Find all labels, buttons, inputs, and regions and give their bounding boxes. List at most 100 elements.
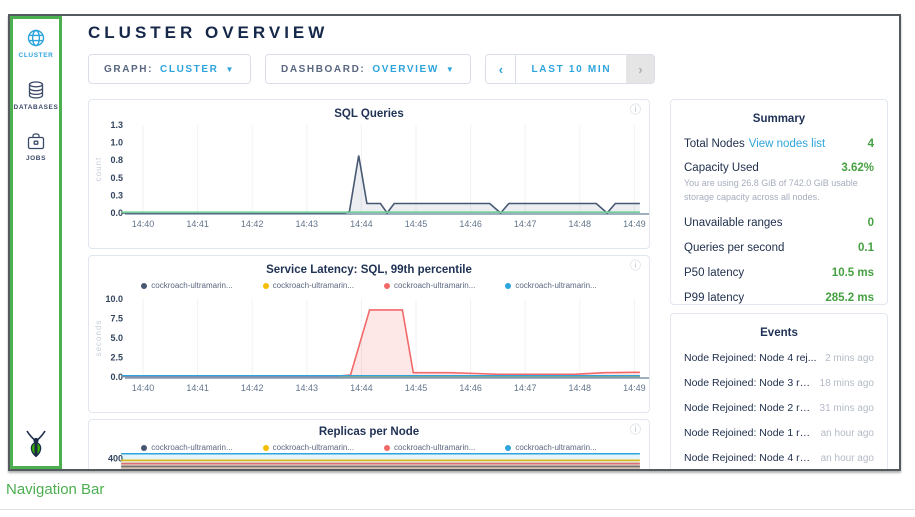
time-range-label[interactable]: LAST 10 MIN <box>516 55 626 83</box>
p50-label: P50 latency <box>684 267 744 279</box>
summary-panel: Summary Total NodesView nodes list 4 Cap… <box>670 99 888 305</box>
svg-text:0.0: 0.0 <box>110 372 123 382</box>
svg-text:14:42: 14:42 <box>241 383 264 393</box>
legend-item: cockroach-ultramarin... <box>141 442 232 453</box>
graph-dropdown[interactable]: GRAPH: CLUSTER ▼ <box>88 54 251 84</box>
event-time: 31 mins ago <box>820 403 874 414</box>
svg-text:14:48: 14:48 <box>569 383 592 393</box>
legend-item: cockroach-ultramarin... <box>384 280 475 291</box>
charts-column: SQL Queries ⓘ 14:4014:4114:4214:4314:441… <box>88 99 650 471</box>
svg-text:1.3: 1.3 <box>110 120 123 130</box>
dashboard-body: SQL Queries ⓘ 14:4014:4114:4214:4314:441… <box>88 99 888 471</box>
graph-dropdown-value: CLUSTER <box>160 64 218 75</box>
event-time: 18 mins ago <box>820 378 874 389</box>
total-nodes-label: Total Nodes <box>684 138 745 150</box>
info-icon[interactable]: ⓘ <box>630 425 641 436</box>
legend-dot-icon <box>505 445 511 451</box>
databases-icon <box>26 80 46 100</box>
svg-text:14:41: 14:41 <box>186 383 209 393</box>
service-latency-chart: 14:4014:4114:4214:4314:4414:4514:4614:47… <box>93 291 649 409</box>
chart-panel-sql-queries: SQL Queries ⓘ 14:4014:4114:4214:4314:441… <box>88 99 650 249</box>
svg-text:0.5: 0.5 <box>110 173 123 183</box>
time-prev-button[interactable]: ‹ <box>486 55 516 83</box>
svg-text:1.0: 1.0 <box>110 138 123 148</box>
main-content: CLUSTER OVERVIEW GRAPH: CLUSTER ▼ DASHBO… <box>62 16 899 469</box>
unavailable-ranges-label: Unavailable ranges <box>684 217 782 229</box>
p99-value: 285.2 ms <box>825 292 874 304</box>
legend-dot-icon <box>141 445 147 451</box>
graph-dropdown-label: GRAPH: <box>104 64 153 75</box>
capacity-note: You are using 26.8 GiB of 742.0 GiB usab… <box>684 177 874 204</box>
chart-title: Service Latency: SQL, 99th percentile <box>89 256 649 276</box>
sql-queries-chart: 14:4014:4114:4214:4314:4414:4514:4614:47… <box>93 120 649 236</box>
unavailable-ranges-value: 0 <box>868 217 874 229</box>
dashboard-dropdown-label: DASHBOARD: <box>281 64 365 75</box>
info-icon[interactable]: ⓘ <box>630 261 641 272</box>
time-range-selector: ‹ LAST 10 MIN › <box>485 54 655 84</box>
event-time: 2 mins ago <box>825 353 874 364</box>
sidebar-item-jobs[interactable]: JOBS <box>26 132 46 162</box>
chevron-down-icon: ▼ <box>446 65 456 74</box>
svg-text:14:45: 14:45 <box>405 219 428 229</box>
dashboard-dropdown[interactable]: DASHBOARD: OVERVIEW ▼ <box>265 54 471 84</box>
legend-item: cockroach-ultramarin... <box>263 280 354 291</box>
svg-text:14:46: 14:46 <box>459 383 482 393</box>
svg-text:10.0: 10.0 <box>105 294 123 304</box>
legend-item: cockroach-ultramarin... <box>263 442 354 453</box>
legend-item: cockroach-ultramarin... <box>505 442 596 453</box>
summary-row-total-nodes: Total NodesView nodes list 4 <box>684 138 874 150</box>
event-row: Node Rejoined: Node 3 rej... 18 mins ago <box>684 377 874 389</box>
p99-label: P99 latency <box>684 292 744 304</box>
legend-item: cockroach-ultramarin... <box>141 280 232 291</box>
event-text: Node Rejoined: Node 3 rej... <box>684 377 814 389</box>
sidebar-item-label: JOBS <box>26 155 46 162</box>
cockroachdb-logo[interactable] <box>23 430 49 462</box>
svg-text:14:43: 14:43 <box>296 383 319 393</box>
page-divider <box>0 509 915 510</box>
legend-item: cockroach-ultramarin... <box>384 442 475 453</box>
event-text: Node Rejoined: Node 4 rej... <box>684 452 815 464</box>
sidebar-item-cluster[interactable]: CLUSTER <box>19 28 54 59</box>
svg-text:400: 400 <box>108 453 123 463</box>
svg-text:count: count <box>94 157 103 182</box>
sidebar-item-label: DATABASES <box>14 104 59 111</box>
dashboard-dropdown-value: OVERVIEW <box>372 64 439 75</box>
svg-text:0.3: 0.3 <box>110 190 123 200</box>
time-next-button[interactable]: › <box>626 55 654 83</box>
svg-text:14:41: 14:41 <box>186 219 209 229</box>
svg-text:14:48: 14:48 <box>569 219 592 229</box>
page-title: CLUSTER OVERVIEW <box>88 23 888 43</box>
p50-value: 10.5 ms <box>832 267 874 279</box>
sidebar-item-label: CLUSTER <box>19 52 54 59</box>
svg-text:14:42: 14:42 <box>241 219 264 229</box>
chart-panel-service-latency: Service Latency: SQL, 99th percentile ⓘ … <box>88 255 650 413</box>
svg-text:14:46: 14:46 <box>459 219 482 229</box>
legend-dot-icon <box>384 283 390 289</box>
summary-row-capacity: Capacity Used 3.62% You are using 26.8 G… <box>684 162 874 204</box>
summary-row-p99: P99 latency 285.2 ms <box>684 292 874 304</box>
summary-row-qps: Queries per second 0.1 <box>684 242 874 254</box>
chart-title: SQL Queries <box>89 100 649 120</box>
legend-dot-icon <box>263 283 269 289</box>
svg-text:14:47: 14:47 <box>514 383 537 393</box>
chart-legend: cockroach-ultramarin... cockroach-ultrama… <box>89 442 649 453</box>
legend-dot-icon <box>384 445 390 451</box>
event-row: Node Rejoined: Node 2 rej... 31 mins ago <box>684 402 874 414</box>
qps-label: Queries per second <box>684 242 784 254</box>
svg-text:seconds: seconds <box>94 320 103 357</box>
event-time: an hour ago <box>821 428 874 439</box>
view-nodes-list-link[interactable]: View nodes list <box>749 138 826 150</box>
svg-text:14:43: 14:43 <box>296 219 319 229</box>
chart-title: Replicas per Node <box>89 420 649 438</box>
qps-value: 0.1 <box>858 242 874 254</box>
chart-panel-replicas-per-node: Replicas per Node ⓘ cockroach-ultramarin… <box>88 419 650 471</box>
sidebar-item-databases[interactable]: DATABASES <box>14 80 59 111</box>
legend-dot-icon <box>141 283 147 289</box>
info-icon[interactable]: ⓘ <box>630 105 641 116</box>
svg-text:14:45: 14:45 <box>405 383 428 393</box>
events-title: Events <box>684 327 874 339</box>
summary-row-unavailable-ranges: Unavailable ranges 0 <box>684 217 874 229</box>
chart-legend: cockroach-ultramarin... cockroach-ultrama… <box>89 280 649 291</box>
capacity-label: Capacity Used <box>684 162 759 174</box>
annotation-label: Navigation Bar <box>6 481 104 498</box>
